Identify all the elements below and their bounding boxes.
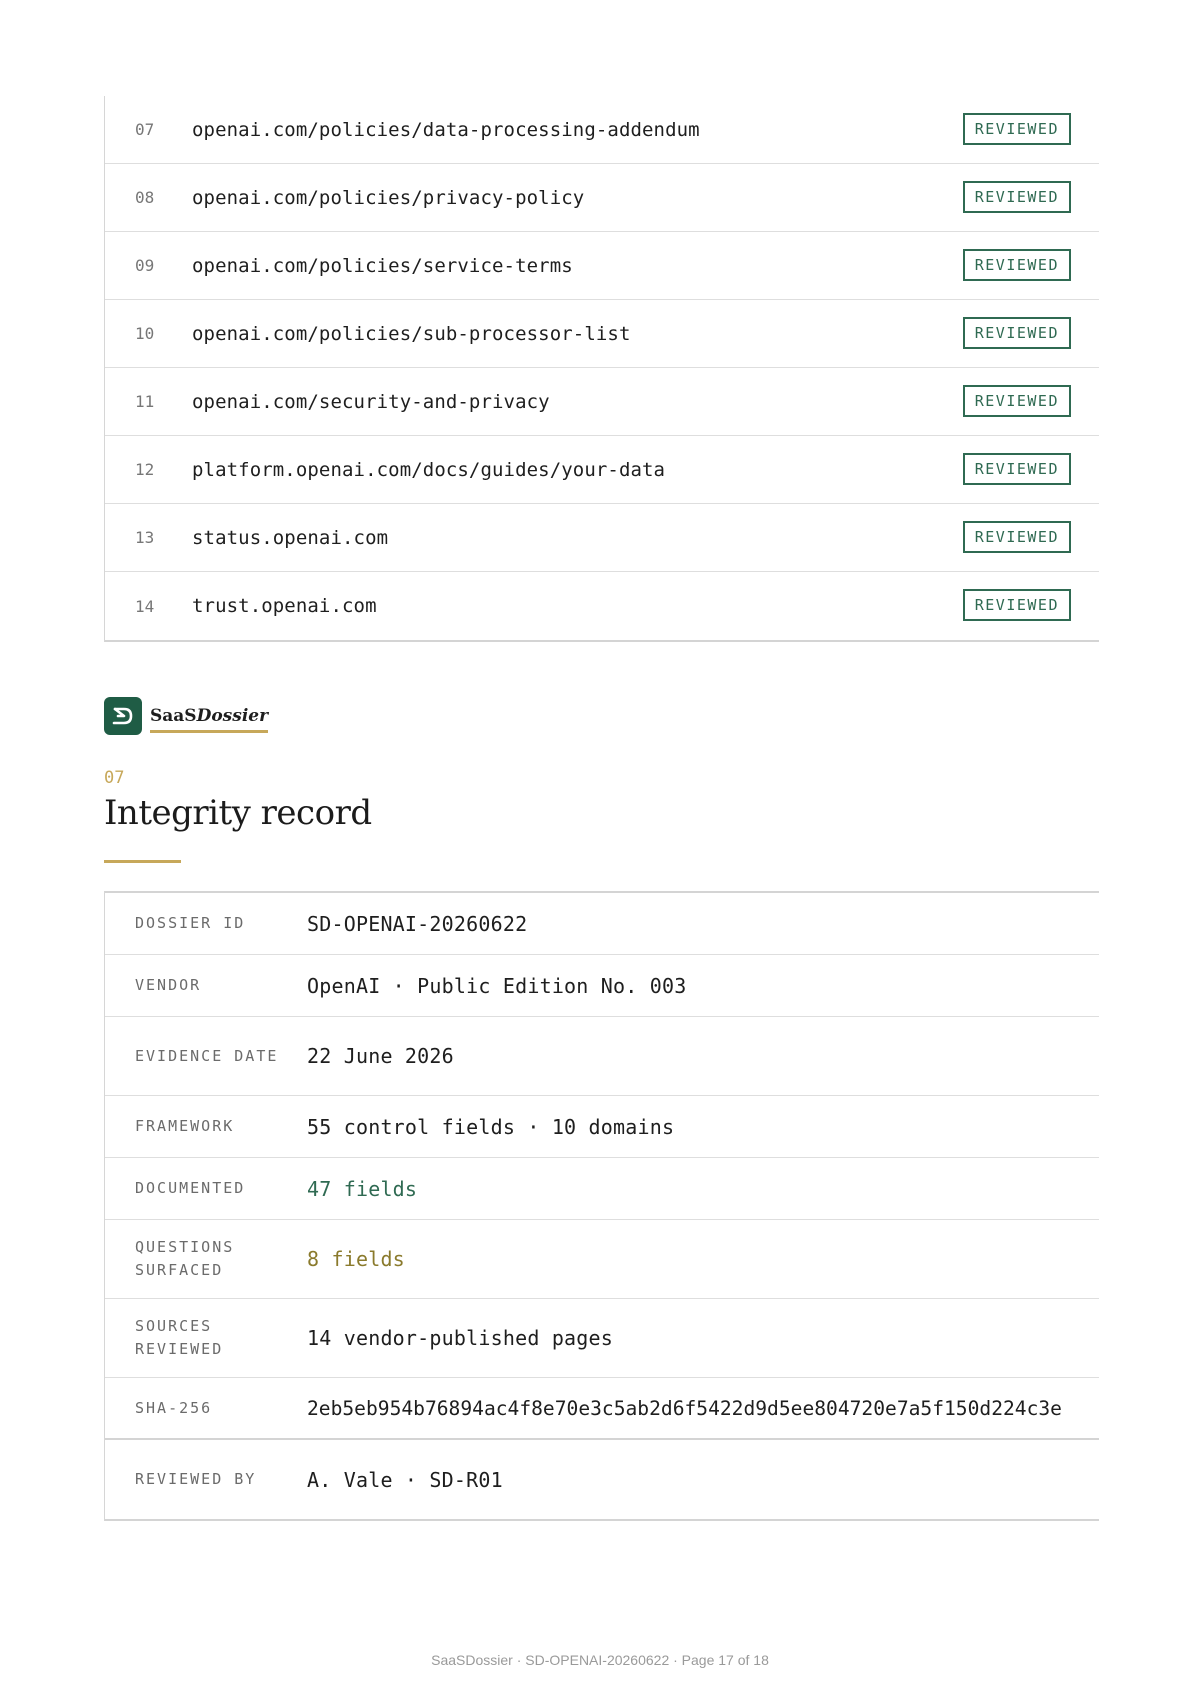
reviewed-badge: REVIEWED bbox=[962, 181, 1071, 213]
source-url: trust.openai.com bbox=[192, 595, 377, 617]
record-value: OpenAI · Public Edition No. 003 bbox=[307, 973, 687, 998]
record-row-dossier-id: DOSSIER ID SD-OPENAI-20260622 bbox=[105, 893, 1099, 955]
source-number: 10 bbox=[135, 324, 155, 343]
record-row-questions-surfaced: QUESTIONS SURFACED 8 fields bbox=[105, 1220, 1099, 1299]
source-number: 09 bbox=[135, 256, 155, 275]
source-url: status.openai.com bbox=[192, 526, 389, 549]
source-row: 08 openai.com/policies/privacy-policy RE… bbox=[105, 164, 1099, 232]
record-key: VENDOR bbox=[135, 976, 202, 994]
record-row-framework: FRAMEWORK 55 control fields · 10 domains bbox=[105, 1096, 1099, 1158]
source-number: 07 bbox=[135, 120, 155, 139]
source-url: openai.com/policies/data-processing-adde… bbox=[192, 118, 700, 141]
source-url: platform.openai.com/docs/guides/your-dat… bbox=[192, 458, 666, 481]
source-row: 07 openai.com/policies/data-processing-a… bbox=[105, 96, 1099, 164]
record-row-sources-reviewed: SOURCES REVIEWED 14 vendor-published pag… bbox=[105, 1299, 1099, 1378]
record-value: 55 control fields · 10 domains bbox=[307, 1114, 675, 1139]
source-number: 11 bbox=[135, 392, 155, 411]
reviewed-badge: REVIEWED bbox=[962, 385, 1071, 417]
page-footer: SaaSDossier · SD-OPENAI-20260622 · Page … bbox=[431, 1652, 769, 1668]
record-value: SD-OPENAI-20260622 bbox=[307, 911, 528, 936]
reviewed-badge: REVIEWED bbox=[962, 317, 1071, 349]
source-row: 10 openai.com/policies/sub-processor-lis… bbox=[105, 300, 1099, 368]
source-row: 09 openai.com/policies/service-terms REV… bbox=[105, 232, 1099, 300]
section-number: 07 bbox=[104, 768, 125, 788]
reviewed-badge: REVIEWED bbox=[962, 249, 1071, 281]
record-value: 22 June 2026 bbox=[307, 1044, 454, 1068]
reviewed-badge: REVIEWED bbox=[962, 521, 1071, 553]
record-value-documented: 47 fields bbox=[307, 1176, 418, 1201]
record-value-questions: 8 fields bbox=[307, 1247, 405, 1271]
source-row: 11 openai.com/security-and-privacy REVIE… bbox=[105, 368, 1099, 436]
record-value: A. Vale · SD-R01 bbox=[307, 1467, 503, 1492]
record-key: DOCUMENTED bbox=[135, 1179, 246, 1197]
sources-table: 07 openai.com/policies/data-processing-a… bbox=[104, 96, 1099, 642]
source-row: 13 status.openai.com REVIEWED bbox=[105, 504, 1099, 572]
record-key: DOSSIER ID bbox=[135, 914, 246, 932]
saasdossier-logo: SaaSDossier bbox=[104, 697, 269, 735]
reviewed-badge: REVIEWED bbox=[962, 589, 1071, 621]
source-number: 12 bbox=[135, 460, 155, 479]
source-number: 08 bbox=[135, 188, 155, 207]
source-url: openai.com/security-and-privacy bbox=[192, 390, 550, 413]
record-value-hash: 2eb5eb954b76894ac4f8e70e3c5ab2d6f5422d9d… bbox=[307, 1396, 1062, 1420]
record-row-evidence-date: EVIDENCE DATE 22 June 2026 bbox=[105, 1017, 1099, 1096]
source-row: 12 platform.openai.com/docs/guides/your-… bbox=[105, 436, 1099, 504]
reviewed-badge: REVIEWED bbox=[962, 113, 1071, 145]
record-row-documented: DOCUMENTED 47 fields bbox=[105, 1158, 1099, 1220]
logo-mark-icon bbox=[104, 697, 142, 735]
record-key: EVIDENCE DATE bbox=[135, 1046, 279, 1065]
section-title-rule bbox=[104, 860, 181, 863]
reviewed-badge: REVIEWED bbox=[962, 453, 1071, 485]
record-key: FRAMEWORK bbox=[135, 1117, 235, 1135]
record-row-sha256: SHA-256 2eb5eb954b76894ac4f8e70e3c5ab2d6… bbox=[105, 1378, 1099, 1440]
source-url: openai.com/policies/privacy-policy bbox=[192, 186, 585, 209]
record-value: 14 vendor-published pages bbox=[307, 1326, 614, 1350]
section-title: Integrity record bbox=[104, 793, 372, 833]
record-key: QUESTIONS SURFACED bbox=[135, 1238, 235, 1279]
record-key: SOURCES REVIEWED bbox=[135, 1317, 224, 1358]
source-url: openai.com/policies/sub-processor-list bbox=[192, 322, 631, 345]
logo-wordmark: SaaSDossier bbox=[150, 706, 269, 733]
source-row: 14 trust.openai.com REVIEWED bbox=[105, 572, 1099, 640]
source-url: openai.com/policies/service-terms bbox=[192, 254, 573, 277]
source-number: 13 bbox=[135, 528, 155, 547]
source-number: 14 bbox=[135, 596, 155, 616]
record-key: REVIEWED BY bbox=[135, 1470, 257, 1488]
integrity-record-table: DOSSIER ID SD-OPENAI-20260622 VENDOR Ope… bbox=[104, 891, 1099, 1521]
record-key: SHA-256 bbox=[135, 1398, 213, 1417]
record-row-vendor: VENDOR OpenAI · Public Edition No. 003 bbox=[105, 955, 1099, 1017]
record-row-reviewed-by: REVIEWED BY A. Vale · SD-R01 bbox=[105, 1440, 1099, 1519]
